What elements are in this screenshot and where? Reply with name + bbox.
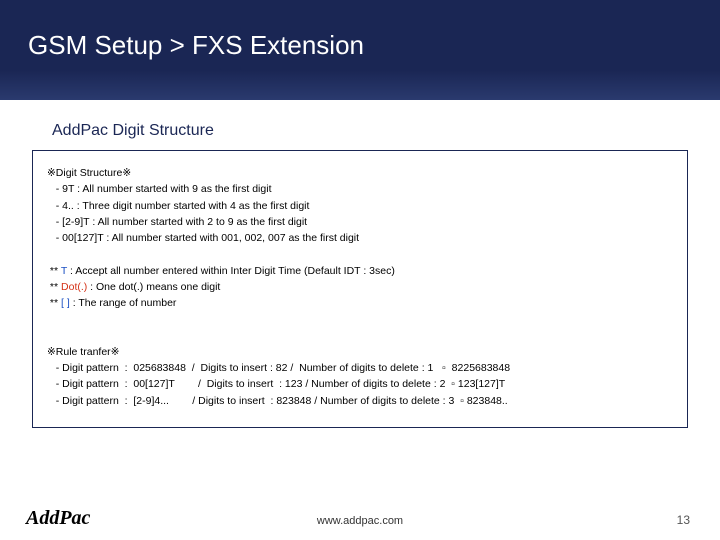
page-number: 13 bbox=[677, 513, 690, 527]
token-bracket: [ ] bbox=[61, 297, 70, 309]
note-bracket: ** [ ] : The range of number bbox=[47, 295, 673, 311]
digit-structure-box: ※Digit Structure※ - 9T : All number star… bbox=[32, 150, 688, 428]
section-subtitle: AddPac Digit Structure bbox=[52, 122, 720, 140]
rule-line: - Digit pattern : 025683848 / Digits to … bbox=[47, 360, 673, 376]
rule-header: ※Rule tranfer※ bbox=[47, 344, 673, 360]
footer-url: www.addpac.com bbox=[0, 515, 720, 527]
note-t: ** T : Accept all number entered within … bbox=[47, 263, 673, 279]
blank-line bbox=[47, 328, 673, 344]
blank-line bbox=[47, 246, 673, 262]
rule-line: - Digit pattern : [2-9]4... / Digits to … bbox=[47, 393, 673, 409]
page-title: GSM Setup > FXS Extension bbox=[28, 30, 720, 61]
structure-line: - [2-9]T : All number started with 2 to … bbox=[47, 214, 673, 230]
structure-line: - 00[127]T : All number started with 001… bbox=[47, 230, 673, 246]
structure-line: - 4.. : Three digit number started with … bbox=[47, 198, 673, 214]
structure-header: ※Digit Structure※ bbox=[47, 165, 673, 181]
slide-footer: AddPac www.addpac.com 13 bbox=[0, 502, 720, 530]
rule-line: - Digit pattern : 00[127]T / Digits to i… bbox=[47, 376, 673, 392]
note-dot: ** Dot(.) : One dot(.) means one digit bbox=[47, 279, 673, 295]
blank-line bbox=[47, 311, 673, 327]
token-dot: Dot(.) bbox=[61, 281, 87, 293]
slide-header: GSM Setup > FXS Extension bbox=[0, 0, 720, 100]
structure-line: - 9T : All number started with 9 as the … bbox=[47, 181, 673, 197]
